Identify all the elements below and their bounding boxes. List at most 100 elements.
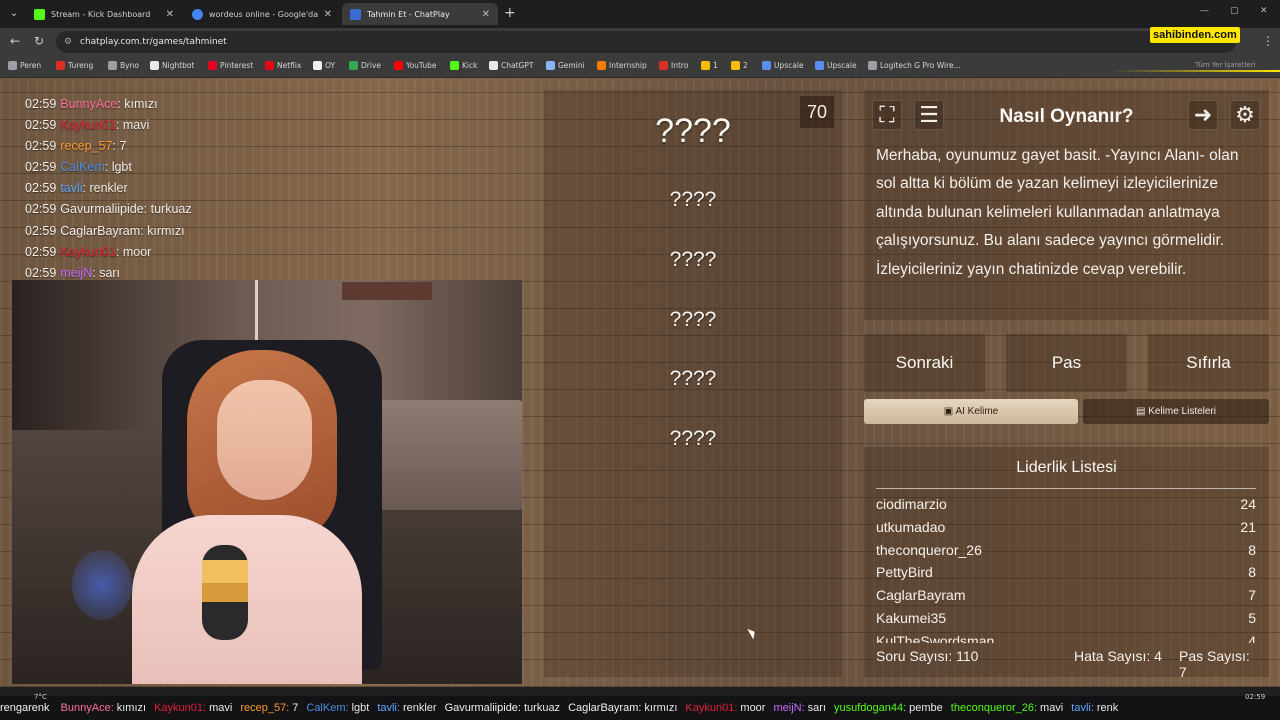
bookmark-label: Gemini <box>558 61 585 70</box>
ticker-message: renkler <box>402 702 437 714</box>
robot-icon: ▣ <box>943 406 956 417</box>
exit-icon[interactable]: ➜ <box>1188 100 1218 130</box>
byno-icon <box>108 61 117 70</box>
bookmark-youtube[interactable]: YouTube <box>394 61 437 70</box>
bookmark-label: Internship <box>609 61 647 70</box>
ticker-username: Kaykun01: <box>685 702 738 714</box>
ticker-message: sarı <box>807 702 826 714</box>
bookmark-byno[interactable]: Byno <box>108 61 139 70</box>
chat-message: 02:59 Gavurmaliipide: turkuaz <box>12 199 522 220</box>
ticker-message: 7 <box>292 702 299 714</box>
bookmark-upscale-1[interactable]: Upscale <box>762 61 804 70</box>
chat-username[interactable]: recep_57 <box>60 139 112 153</box>
minimize-icon[interactable]: — <box>1200 6 1209 16</box>
ticker-username: meijN: <box>773 702 805 714</box>
tab-search-icon[interactable]: ⌄ <box>6 6 22 22</box>
intro-icon <box>659 61 668 70</box>
bookmark-label: YouTube <box>406 61 437 70</box>
back-icon[interactable]: ← <box>10 34 20 48</box>
ticker-item: tavli: renkler <box>377 702 436 714</box>
divider <box>876 488 1256 489</box>
bookmark-label: OY <box>325 61 336 70</box>
chat-username[interactable]: Kaykun01 <box>60 245 116 259</box>
settings-gear-icon[interactable]: ⚙ <box>1230 100 1260 130</box>
close-window-icon[interactable]: ✕ <box>1260 6 1268 16</box>
chat-time: 02:59 <box>25 244 57 259</box>
ticker-item: Kaykun01: mavi <box>154 702 232 714</box>
bookmark-label: ChatGPT <box>501 61 534 70</box>
chat-username[interactable]: meijN <box>60 266 92 280</box>
close-tab-icon[interactable]: ✕ <box>166 9 174 20</box>
reset-button[interactable]: Sıfırla <box>1148 334 1269 392</box>
close-tab-icon[interactable]: ✕ <box>482 9 490 20</box>
ticker-username: CalKem: <box>306 702 349 714</box>
leaderboard-list[interactable]: ciodimarzio 24 utkumadao 21 theconqueror_26 8… <box>876 493 1256 643</box>
chat-time: 02:59 <box>25 97 57 111</box>
bookmark-internship[interactable]: Internship <box>597 61 647 70</box>
pass-button[interactable]: Pas <box>1006 334 1127 392</box>
bookmark-chatgpt[interactable]: ChatGPT <box>489 61 533 70</box>
chat-message: 02:59 CalKem: lgbt <box>12 157 522 178</box>
chat-username[interactable]: BunnyAce <box>60 97 117 111</box>
bookmark-pinterest[interactable]: Pinterest <box>208 61 253 70</box>
kick-icon <box>450 61 459 70</box>
bookmark-peren[interactable]: Peren <box>8 61 41 70</box>
stats-row: Soru Sayısı: 110 Hata Sayısı: 4 Pas Sayı… <box>876 648 1256 680</box>
ticker-item: Gavurmaliipide: turkuaz <box>445 702 561 714</box>
weather-widget[interactable]: 7°C <box>34 693 47 701</box>
answers-panel: 70 ???? ???? ???? ???? ???? ???? <box>544 90 842 677</box>
bookmark-gemini[interactable]: Gemini <box>546 61 585 70</box>
tab-word-lists[interactable]: ▤ Kelime Listeleri <box>1083 399 1269 424</box>
bookmark-1[interactable]: 1 <box>701 61 718 70</box>
tab-google-search[interactable]: wordeus online - Google'da Ara ✕ <box>184 3 340 25</box>
close-tab-icon[interactable]: ✕ <box>324 9 332 20</box>
bookmark-label: Upscale <box>827 61 857 70</box>
next-button[interactable]: Sonraki <box>864 334 985 392</box>
ticker-item: BunnyAce: kımızı <box>61 702 147 714</box>
tab-kick-dashboard[interactable]: Stream - Kick Dashboard ✕ <box>26 3 182 25</box>
browser-toolbar: ← ↻ ⚙ chatplay.com.tr/games/tahminet <box>0 28 1280 56</box>
chat-username[interactable]: Gavurmaliipide <box>60 202 143 216</box>
taskbar-clock[interactable]: 02:59 <box>1245 693 1265 702</box>
bookmark-tureng[interactable]: Tureng <box>56 61 93 70</box>
chat-username[interactable]: tavli <box>60 181 82 195</box>
chat-message: 02:59 Kaykun01: moor <box>12 242 522 263</box>
player-score: 4 <box>1248 632 1256 643</box>
bookmark-logitech[interactable]: Logitech G Pro Wire... <box>868 61 961 70</box>
bookmark-label: 2 <box>743 61 748 70</box>
all-bookmarks[interactable]: Tüm Yer İşaretleri <box>1195 61 1255 69</box>
ticker-username: theconqueror_26: <box>950 702 1038 714</box>
bookmark-nightbot[interactable]: Nightbot <box>150 61 194 70</box>
player-score: 8 <box>1248 541 1256 558</box>
answer-slot: ???? <box>669 308 717 331</box>
chat-username[interactable]: CaglarBayram <box>60 224 140 238</box>
tab-ai-word[interactable]: ▣ AI Kelime <box>864 399 1078 424</box>
reload-icon[interactable]: ↻ <box>34 34 44 48</box>
site-info-icon[interactable]: ⚙ <box>64 31 72 53</box>
bookmark-intro[interactable]: Intro <box>659 61 688 70</box>
chat-message: 02:59 Kaykun01: mavi <box>12 115 522 136</box>
bookmark-netflix[interactable]: Netflix <box>265 61 301 70</box>
browser-menu-icon[interactable]: ⋮ <box>1262 34 1274 48</box>
answer-slot: ???? <box>669 367 717 390</box>
ticker-item: CaglarBayram: kırmızı <box>568 702 677 714</box>
chat-username[interactable]: Kaykun01 <box>60 118 116 132</box>
new-tab-button[interactable]: + <box>504 5 516 21</box>
ticker-item: recep_57: 7 <box>240 702 298 714</box>
url-text: chatplay.com.tr/games/tahminet <box>80 37 227 47</box>
chat-username[interactable]: CalKem <box>60 160 104 174</box>
bookmark-kick[interactable]: Kick <box>450 61 477 70</box>
ticker-message: kımızı <box>116 702 147 714</box>
bookmark-oy[interactable]: OY <box>313 61 335 70</box>
maximize-icon[interactable]: ▢ <box>1230 6 1239 16</box>
tab-chatplay[interactable]: Tahmin Et - ChatPlay ✕ <box>342 3 498 25</box>
ticker-item: meijN: sarı <box>773 702 826 714</box>
bookmark-drive[interactable]: Drive <box>349 61 381 70</box>
bookmark-2[interactable]: 2 <box>731 61 748 70</box>
address-bar[interactable]: ⚙ chatplay.com.tr/games/tahminet <box>56 31 1236 53</box>
link-icon <box>731 61 740 70</box>
bookmark-label: 1 <box>713 61 718 70</box>
bookmark-upscale-2[interactable]: Upscale <box>815 61 857 70</box>
sahibinden-badge: sahibinden.com <box>1150 27 1240 43</box>
game-stage: 02:59 BunnyAce: kımızı 02:59 Kaykun01: mavi… <box>0 78 1280 687</box>
